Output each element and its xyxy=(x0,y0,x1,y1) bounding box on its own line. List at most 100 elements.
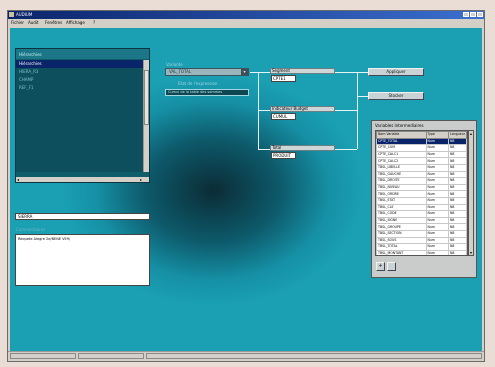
connector-line xyxy=(258,149,270,150)
variant-label: Variante xyxy=(166,62,183,67)
expression-field[interactable]: Cumul de la table des sommes xyxy=(165,89,249,96)
hierarchy-list[interactable]: Hiérarchies HIERA_R3 CHAMP REF_F1 xyxy=(16,60,144,172)
table-cell: Num xyxy=(425,170,449,179)
table-row[interactable]: TBSL_GAUCHE Num N8 xyxy=(376,170,467,179)
scroll-down-icon[interactable]: ▾ xyxy=(469,250,473,255)
node-title: Total xyxy=(270,145,335,151)
table-cell: TBSL_ORDRE xyxy=(376,190,427,198)
hierarchy-item[interactable]: Hiérarchies xyxy=(16,60,144,68)
table-cell: N8 xyxy=(448,163,467,172)
menu-file[interactable]: Fichier xyxy=(11,19,24,27)
table-cell: Num xyxy=(425,157,449,165)
table-row[interactable]: TBSL_GROUPE Num N8 xyxy=(376,223,467,231)
add-variable-button[interactable]: + xyxy=(376,262,385,271)
table-cell: Num xyxy=(425,177,449,185)
table-row[interactable]: TBSL_LIBELLE Num N8 xyxy=(376,163,467,172)
connector-line xyxy=(335,110,357,111)
variables-vscrollbar[interactable]: ▴ ▾ xyxy=(468,130,474,256)
hierarchy-item[interactable]: REF_F1 xyxy=(16,84,144,92)
table-cell: Num xyxy=(425,144,449,152)
notes-textarea[interactable]: Requete Alegre 2e/BENE VE9/ xyxy=(15,234,150,286)
scroll-up-icon[interactable]: ▴ xyxy=(469,131,473,136)
maximize-icon[interactable] xyxy=(470,12,476,17)
column-header[interactable]: Nom Variable xyxy=(376,131,427,139)
table-cell: N8 xyxy=(448,203,467,212)
menu-windows[interactable]: Fenêtres xyxy=(45,19,62,27)
table-cell: TBSL_SIGNE xyxy=(376,216,427,225)
node-value-field[interactable]: CUMUL xyxy=(271,113,296,120)
store-button[interactable]: Stocker xyxy=(368,92,424,100)
table-cell: CPTE_CALC2 xyxy=(376,157,427,165)
table-row[interactable]: TBSL_SOUS Num N8 xyxy=(376,236,467,245)
table-cell: Num xyxy=(425,163,449,172)
table-cell: N8 xyxy=(448,243,467,251)
apply-button[interactable]: Appliquer xyxy=(368,68,424,76)
table-cell: Num xyxy=(425,216,449,225)
table-row[interactable]: TBSL_DROITE Num N8 xyxy=(376,177,467,185)
scroll-thumb[interactable] xyxy=(144,70,149,125)
variables-table[interactable]: Nom Variable Type Longueur CPTE_TOTAL Num… xyxy=(375,130,468,256)
column-header[interactable]: Type xyxy=(425,131,449,139)
workspace: Hiérarchies Hiérarchies HIERA_R3 CHAMP REF_… xyxy=(10,28,482,353)
table-row[interactable]: TBSL_SIGNE Num N8 xyxy=(376,216,467,225)
table-cell: CPTE_CUM xyxy=(376,144,427,152)
node-value-field[interactable]: PRODUIT xyxy=(271,152,296,159)
variant-combobox[interactable]: VAL_TOTAL ▾ xyxy=(165,68,249,76)
table-cell: TBSL_SECTION xyxy=(376,229,427,238)
table-cell: CPTE_TOTAL xyxy=(376,137,427,146)
variables-header: Variables Intermediaires xyxy=(372,121,476,129)
table-cell: Num xyxy=(425,249,449,255)
table-cell: N8 xyxy=(448,170,467,179)
hierarchy-item[interactable]: HIERA_R3 xyxy=(16,68,144,76)
remove-variable-button[interactable] xyxy=(387,262,396,271)
table-row[interactable]: TBSL_TOTAL Num N8 xyxy=(376,243,467,251)
hierarchy-item[interactable]: CHAMP xyxy=(16,76,144,84)
table-row[interactable]: CPTE_TOTAL Num N8 xyxy=(376,137,467,146)
table-cell: Num xyxy=(425,203,449,212)
table-cell: Num xyxy=(425,243,449,251)
hierarchy-hscrollbar[interactable]: ◂ ▸ xyxy=(16,177,149,182)
table-cell: TBSL_NIVEAU xyxy=(376,183,427,192)
connector-line xyxy=(335,72,357,73)
table-row[interactable]: TBSL_SECTION Num N8 xyxy=(376,229,467,238)
scroll-left-icon[interactable]: ◂ xyxy=(17,177,19,182)
table-row[interactable]: TBSL_ORDRE Num N8 xyxy=(376,190,467,198)
table-cell: Num xyxy=(425,137,449,146)
minimize-icon[interactable] xyxy=(463,12,469,17)
app-window: AUDIUM Fichier Audit Fenêtres Affichage … xyxy=(7,10,485,362)
connector-line xyxy=(357,72,368,73)
table-cell: N8 xyxy=(448,157,467,165)
table-cell: Num xyxy=(425,190,449,198)
table-cell: Num xyxy=(425,236,449,245)
notes-label: Commentaires xyxy=(16,227,46,232)
connector-line xyxy=(258,72,270,73)
table-row[interactable]: CPTE_CALC1 Num N8 xyxy=(376,150,467,159)
table-cell: Num xyxy=(425,196,449,205)
node-value-field[interactable]: CPTE1 xyxy=(271,75,296,82)
table-cell: TBSL_MONTANT xyxy=(376,249,427,255)
table-row[interactable]: TBSL_MONTANT Num N8 xyxy=(376,249,467,255)
chevron-down-icon[interactable]: ▾ xyxy=(241,69,248,75)
hierarchy-name-field[interactable]: SIERRA xyxy=(15,213,150,220)
column-header[interactable]: Longueur xyxy=(448,131,467,139)
scroll-right-icon[interactable]: ▸ xyxy=(140,177,142,182)
table-row[interactable]: TBSL_CODE Num N8 xyxy=(376,210,467,218)
close-icon[interactable] xyxy=(477,12,483,17)
menu-display[interactable]: Affichage xyxy=(66,19,85,27)
table-cell: Num xyxy=(425,183,449,192)
menu-audit[interactable]: Audit xyxy=(28,19,39,27)
table-row[interactable]: CPTE_CUM Num N8 xyxy=(376,144,467,152)
table-row[interactable]: TBSL_CLE Num N8 xyxy=(376,203,467,212)
table-row[interactable]: TBSL_ETAT Num N8 xyxy=(376,196,467,205)
connector-line xyxy=(335,149,357,150)
table-row[interactable]: TBSL_NIVEAU Num N8 xyxy=(376,183,467,192)
table-cell: TBSL_CODE xyxy=(376,210,427,218)
table-row[interactable]: CPTE_CALC2 Num N8 xyxy=(376,157,467,165)
hierarchy-title: Hiérarchies xyxy=(19,52,42,57)
menu-help[interactable]: ? xyxy=(93,19,95,27)
status-pane xyxy=(78,353,144,359)
hierarchy-vscrollbar[interactable] xyxy=(143,60,149,172)
table-cell: TBSL_GAUCHE xyxy=(376,170,427,179)
table-cell: TBSL_GROUPE xyxy=(376,223,427,231)
hierarchy-header: Hiérarchies xyxy=(16,49,149,59)
